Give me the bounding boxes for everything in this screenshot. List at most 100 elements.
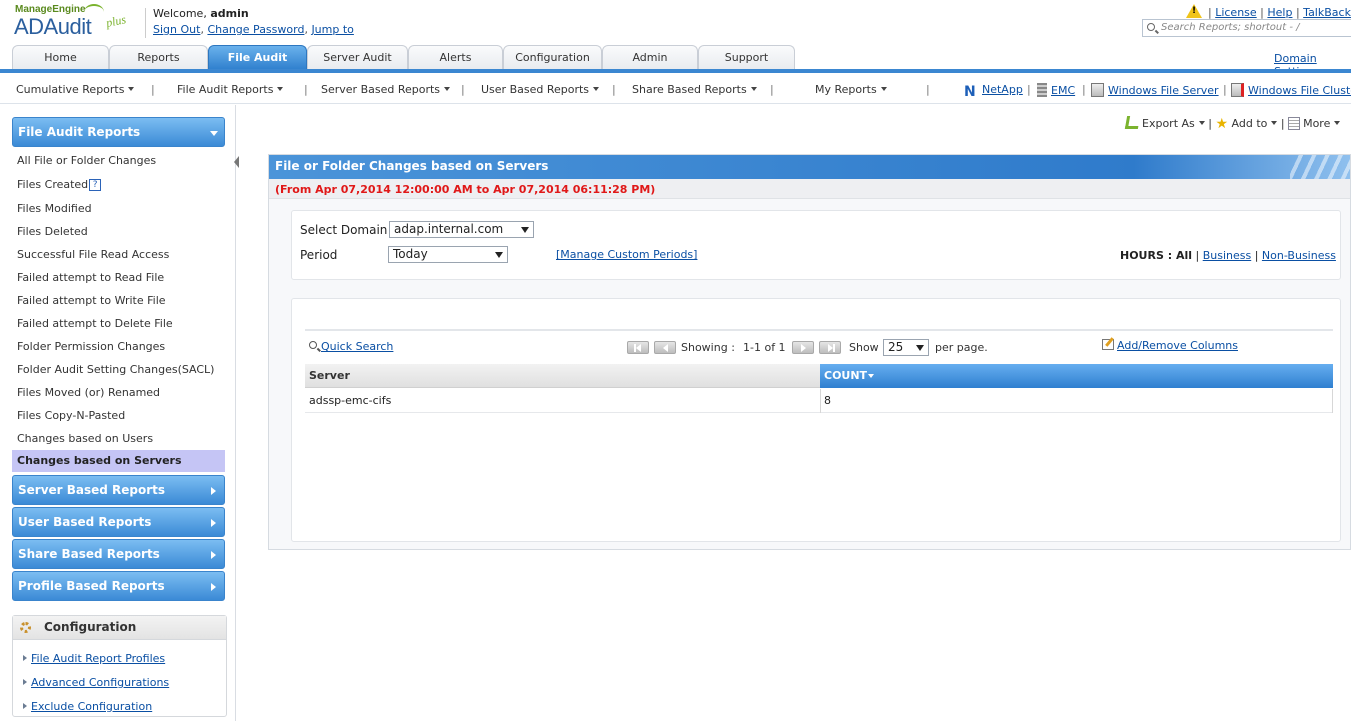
hours-nonbusiness-link[interactable]: Non-Business (1262, 249, 1336, 262)
chevron-right-icon (211, 519, 216, 527)
export-as-button[interactable]: Export As (1124, 116, 1205, 130)
subnav-file-audit-reports[interactable]: File Audit Reports (177, 83, 284, 96)
chevron-down-icon (1271, 121, 1278, 125)
sidebar-section-title: File Audit Reports (18, 125, 141, 139)
column-header-server[interactable]: Server (305, 364, 820, 388)
dropdown-arrow-icon (916, 345, 924, 351)
account-links: Sign Out, Change Password, Jump to (153, 23, 354, 36)
add-to-label: Add to (1231, 117, 1268, 130)
left-sidebar: File Audit Reports All File or Folder Ch… (0, 105, 236, 721)
sidebar-section-file-audit-reports[interactable]: File Audit Reports (12, 117, 225, 147)
subnav-cumulative-reports[interactable]: Cumulative Reports (16, 83, 135, 96)
period-select[interactable]: Today (388, 246, 508, 263)
quick-search[interactable]: Quick Search (309, 340, 393, 353)
tab-admin[interactable]: Admin (602, 45, 698, 70)
vendor-emc-link[interactable]: EMC (1051, 84, 1075, 97)
license-link[interactable]: License (1215, 6, 1256, 19)
report-toolbar: Export As | ★ Add to | More (1124, 116, 1341, 132)
username: admin (210, 7, 249, 20)
change-password-link[interactable]: Change Password (207, 23, 304, 36)
subnav-separator: | (1082, 83, 1086, 96)
sidebar-item-files-deleted[interactable]: Files Deleted (17, 225, 88, 238)
sidebar-item-all-changes[interactable]: All File or Folder Changes (17, 154, 156, 167)
vendor-emc[interactable]: EMC (1037, 83, 1075, 97)
tab-server-audit[interactable]: Server Audit (307, 45, 408, 70)
sidebar-item-sacl-changes[interactable]: Folder Audit Setting Changes(SACL) (17, 363, 214, 376)
sidebar-item-folder-permission[interactable]: Folder Permission Changes (17, 340, 165, 353)
add-remove-columns-link[interactable]: Add/Remove Columns (1117, 339, 1238, 352)
sidebar-item-copy-pasted[interactable]: Files Copy-N-Pasted (17, 409, 125, 422)
config-link-exclude[interactable]: Exclude Configuration (22, 700, 152, 713)
domain-label: Select Domain (300, 223, 388, 237)
column-header-count[interactable]: COUNT (820, 364, 1333, 388)
sign-out-link[interactable]: Sign Out (153, 23, 200, 36)
subnav-separator: | (612, 83, 616, 96)
add-to-button[interactable]: ★ Add to (1215, 116, 1278, 132)
help-icon[interactable]: ? (89, 179, 102, 191)
talkback-link[interactable]: TalkBack (1303, 6, 1351, 19)
search-placeholder: Search Reports; shortout - / (1161, 22, 1300, 33)
sidebar-item-changes-users[interactable]: Changes based on Users (17, 432, 153, 445)
vendor-windows-file-server-link[interactable]: Windows File Server (1108, 84, 1219, 97)
tab-file-audit[interactable]: File Audit (208, 45, 307, 70)
chevron-down-icon (880, 87, 887, 91)
domain-select[interactable]: adap.internal.com (389, 221, 534, 238)
sidebar-group-user-based[interactable]: User Based Reports (12, 507, 225, 537)
vendor-windows-file-server[interactable]: Windows File Server (1091, 83, 1219, 97)
subnav-my-reports[interactable]: My Reports (815, 83, 887, 96)
subnav-separator: | (461, 83, 465, 96)
tab-home[interactable]: Home (12, 45, 109, 70)
quick-search-link[interactable]: Quick Search (321, 340, 393, 353)
sidebar-group-profile-based[interactable]: Profile Based Reports (12, 571, 225, 601)
chevron-down-icon (750, 87, 757, 91)
sidebar-item-successful-read[interactable]: Successful File Read Access (17, 248, 169, 261)
sidebar-group-server-based[interactable]: Server Based Reports (12, 475, 225, 505)
vendor-netapp-link[interactable]: NetApp (982, 83, 1023, 96)
dropdown-arrow-icon (521, 227, 529, 233)
sidebar-item-failed-read[interactable]: Failed attempt to Read File (17, 271, 164, 284)
chevron-right-icon (211, 583, 216, 591)
report-title: File or Folder Changes based on Servers (275, 159, 549, 173)
subnav-server-based-reports[interactable]: Server Based Reports (321, 83, 451, 96)
sidebar-item-files-modified[interactable]: Files Modified (17, 202, 92, 215)
sidebar-group-share-based[interactable]: Share Based Reports (12, 539, 225, 569)
sidebar-item-files-created[interactable]: Files Created? (17, 178, 102, 191)
export-icon (1124, 116, 1141, 129)
tab-configuration[interactable]: Configuration (503, 45, 602, 70)
warning-icon[interactable] (1186, 4, 1202, 18)
hours-business-link[interactable]: Business (1203, 249, 1252, 262)
vendor-windows-file-cluster[interactable]: Windows File Cluster (1231, 83, 1351, 97)
search-input[interactable]: Search Reports; shortout - / (1142, 19, 1351, 37)
sidebar-collapse-handle[interactable] (234, 156, 239, 168)
next-page-button[interactable] (792, 341, 814, 354)
manage-custom-periods-link[interactable]: [Manage Custom Periods] (556, 248, 697, 261)
tab-support[interactable]: Support (698, 45, 795, 70)
sidebar-item-changes-servers[interactable]: Changes based on Servers (12, 450, 225, 472)
subnav-share-based-reports[interactable]: Share Based Reports (632, 83, 757, 96)
previous-page-button[interactable] (654, 341, 676, 354)
chevron-down-icon (1198, 121, 1205, 125)
configuration-title: Configuration (13, 616, 226, 640)
hours-all[interactable]: HOURS : All (1120, 249, 1192, 262)
subnav-label: File Audit Reports (177, 83, 274, 96)
last-page-button[interactable] (819, 341, 841, 354)
chevron-down-icon (1334, 121, 1341, 125)
config-link-advanced[interactable]: Advanced Configurations (22, 676, 169, 689)
tab-reports[interactable]: Reports (109, 45, 208, 70)
first-page-button[interactable] (627, 341, 649, 354)
sidebar-item-failed-delete[interactable]: Failed attempt to Delete File (17, 317, 173, 330)
header-divider (145, 8, 146, 38)
vendor-netapp[interactable]: N NetApp (964, 83, 1023, 100)
subnav-user-based-reports[interactable]: User Based Reports (481, 83, 600, 96)
tab-alerts[interactable]: Alerts (408, 45, 503, 70)
help-link[interactable]: Help (1267, 6, 1292, 19)
table-row[interactable]: adssp-emc-cifs 8 (305, 389, 1333, 413)
more-button[interactable]: More (1288, 117, 1341, 130)
sidebar-item-failed-write[interactable]: Failed attempt to Write File (17, 294, 166, 307)
vendor-windows-file-cluster-link[interactable]: Windows File Cluster (1248, 84, 1351, 97)
add-remove-columns[interactable]: Add/Remove Columns (1102, 339, 1238, 352)
page-size-select[interactable]: 25 (883, 339, 929, 356)
config-link-report-profiles[interactable]: File Audit Report Profiles (22, 652, 165, 665)
sidebar-item-moved-renamed[interactable]: Files Moved (or) Renamed (17, 386, 160, 399)
jump-to-link[interactable]: Jump to (311, 23, 353, 36)
